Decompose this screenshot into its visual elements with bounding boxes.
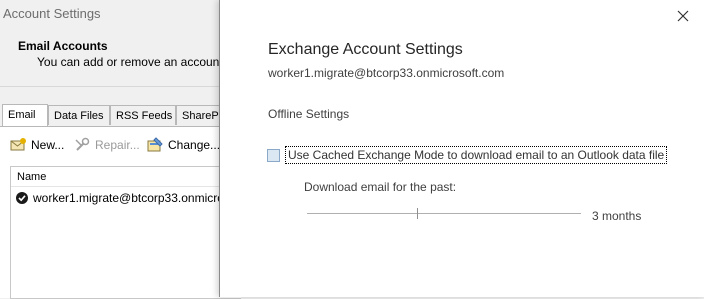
new-mail-icon [10,138,26,151]
cached-mode-checkbox[interactable] [267,148,280,162]
repair-icon [75,137,90,151]
tab-strip: Email Data Files RSS Feeds SharePoint [0,104,240,126]
email-accounts-subheading: You can add or remove an account. [37,55,227,69]
window-title: Account Settings [3,6,101,21]
repair-button-label: Repair... [95,137,140,152]
cached-mode-option[interactable]: Use Cached Exchange Mode to download ema… [267,146,668,164]
tab-email[interactable]: Email [2,104,48,126]
offline-settings-heading: Offline Settings [268,107,350,121]
tab-data-files[interactable]: Data Files [48,105,110,125]
exchange-settings-dialog: Exchange Account Settings worker1.migrat… [219,0,704,297]
close-icon [677,10,689,22]
change-button[interactable]: Change... [147,137,220,152]
exchange-account-icon [16,192,28,204]
dialog-title: Exchange Account Settings [268,41,463,58]
change-icon [147,137,163,152]
download-period-value: 3 months [592,209,642,223]
new-button[interactable]: New... [10,137,64,152]
slider-track [307,213,581,214]
slider-thumb[interactable] [417,208,418,219]
new-button-label: New... [31,137,65,152]
close-button[interactable] [675,8,691,24]
account-email: worker1.migrate@btcorp33.onmicrosoft.com [268,66,505,80]
header-divider [0,86,240,87]
list-header-name[interactable]: Name [11,167,241,187]
email-accounts-heading: Email Accounts [18,39,108,53]
change-button-label: Change... [168,137,221,152]
cached-mode-label[interactable]: Use Cached Exchange Mode to download ema… [285,146,668,164]
accounts-list: Name worker1.migrate@btcorp33.onmicrosof… [10,166,269,299]
tab-rss-feeds[interactable]: RSS Feeds [110,105,176,125]
download-period-label: Download email for the past: [304,180,457,194]
download-period-slider[interactable] [307,208,581,220]
account-settings-window: Account Settings Email Accounts You can … [0,0,269,299]
repair-button[interactable]: Repair... [74,137,140,152]
